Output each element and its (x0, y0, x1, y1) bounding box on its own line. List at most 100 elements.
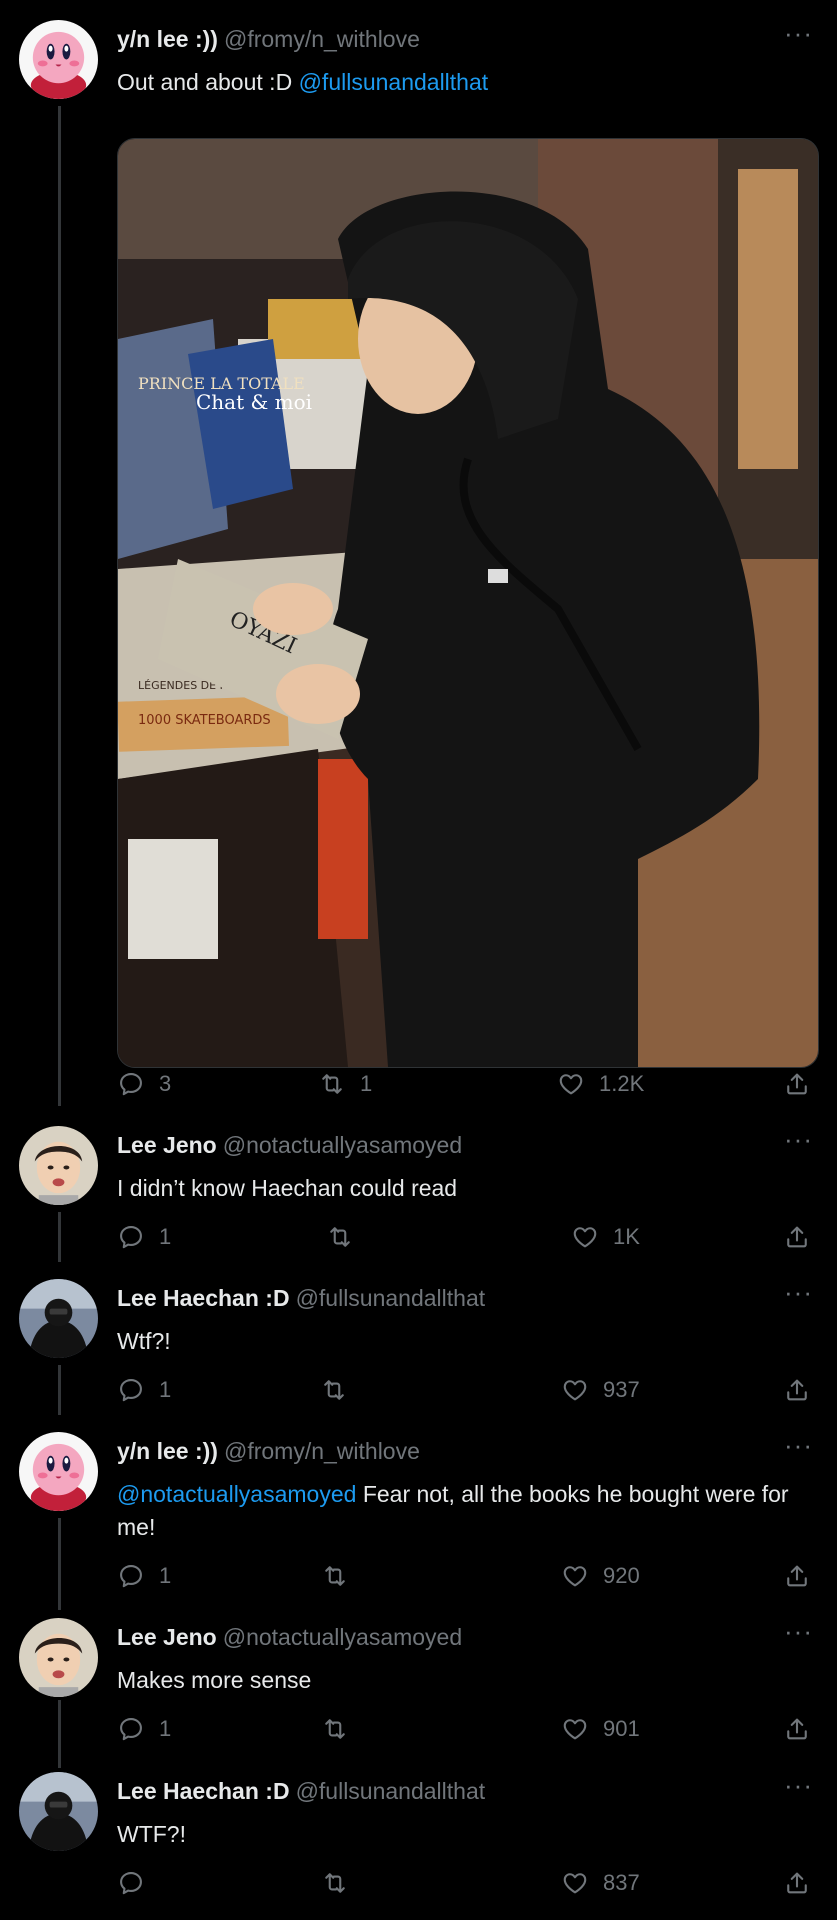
reply-button[interactable]: 1 (117, 1223, 171, 1251)
share-button[interactable] (783, 1562, 811, 1590)
display-name[interactable]: Lee Jeno (117, 1624, 217, 1650)
like-count: 901 (603, 1716, 640, 1741)
tweet-text: WTF?! (117, 1821, 186, 1847)
retweet-button[interactable] (326, 1223, 368, 1251)
user-handle[interactable]: @fullsunandallthat (296, 1285, 486, 1311)
tweet-header: Lee Haechan :D @fullsunandallthat (117, 1778, 485, 1805)
share-button[interactable] (783, 1376, 811, 1404)
share-icon (783, 1223, 811, 1251)
book-label: Chat & moi (196, 390, 312, 414)
retweet-button[interactable] (320, 1376, 362, 1404)
share-button[interactable] (783, 1223, 811, 1251)
avatar[interactable] (19, 1772, 98, 1851)
retweet-button[interactable] (321, 1869, 363, 1897)
jeno-avatar-icon (19, 1618, 98, 1697)
share-button[interactable] (783, 1070, 811, 1098)
reply-button[interactable]: 3 (117, 1070, 171, 1098)
like-button[interactable]: 1.2K (557, 1070, 644, 1098)
tweet-actions: 1 901 (0, 1715, 837, 1749)
more-icon[interactable]: ··· (784, 20, 813, 46)
like-count: 837 (603, 1870, 640, 1895)
display-name[interactable]: y/n lee :)) (117, 1438, 218, 1464)
tweet-text: I didn’t know Haechan could read (117, 1175, 458, 1201)
tweet-actions: 1 1K (0, 1223, 837, 1257)
tweet-body: Out and about :D (117, 69, 293, 95)
reply-icon (117, 1070, 145, 1098)
like-button[interactable]: 920 (561, 1562, 640, 1590)
retweet-button[interactable] (321, 1715, 363, 1743)
avatar[interactable] (19, 1618, 98, 1697)
retweet-button[interactable]: 1 (318, 1070, 372, 1098)
reply-count: 1 (159, 1716, 172, 1741)
reply-button[interactable]: 1 (117, 1376, 171, 1404)
retweet-icon (321, 1869, 349, 1897)
display-name[interactable]: Lee Haechan :D (117, 1285, 290, 1311)
jeno-avatar-icon (19, 1126, 98, 1205)
retweet-icon (321, 1562, 349, 1590)
more-icon[interactable]: ··· (784, 1279, 813, 1305)
more-icon[interactable]: ··· (784, 1618, 813, 1644)
display-name[interactable]: Lee Jeno (117, 1132, 217, 1158)
thread-line (58, 106, 61, 1106)
share-icon (783, 1562, 811, 1590)
tweet-text: Out and about :D @fullsunandallthat (117, 66, 807, 99)
tweet-actions: 1 920 (0, 1562, 837, 1596)
user-handle[interactable]: @fromy/n_withlove (224, 26, 420, 52)
user-handle[interactable]: @notactuallyasamoyed (223, 1624, 462, 1650)
avatar[interactable] (19, 1432, 98, 1511)
tweet-actions: 3 1 1.2K (0, 1070, 837, 1104)
reply-icon (117, 1376, 145, 1404)
retweet-button[interactable] (321, 1562, 363, 1590)
more-icon[interactable]: ··· (784, 1772, 813, 1798)
tweet-header: Lee Jeno @notactuallyasamoyed (117, 1624, 462, 1651)
like-button[interactable]: 937 (561, 1376, 640, 1404)
like-button[interactable]: 901 (561, 1715, 640, 1743)
display-name[interactable]: y/n lee :)) (117, 26, 218, 52)
like-button[interactable]: 837 (561, 1869, 640, 1897)
reply-button[interactable]: 1 (117, 1715, 171, 1743)
reply-count: 3 (159, 1071, 172, 1096)
tweet-actions: 1 937 (0, 1376, 837, 1410)
share-button[interactable] (783, 1869, 811, 1897)
book-label: 1000 SKATEBOARDS (138, 713, 271, 728)
tweet-text: Makes more sense (117, 1667, 312, 1693)
user-handle[interactable]: @notactuallyasamoyed (223, 1132, 462, 1158)
kirby-avatar-icon (19, 1432, 98, 1511)
reply-icon (117, 1715, 145, 1743)
like-button[interactable]: 1K (571, 1223, 640, 1251)
reply-count: 1 (159, 1377, 172, 1402)
share-icon (783, 1070, 811, 1098)
retweet-icon (320, 1376, 348, 1404)
retweet-icon (321, 1715, 349, 1743)
avatar[interactable] (19, 1279, 98, 1358)
photo-image: PRINCE LA TOTALE Chat & moi 1000 SKATEBO… (118, 139, 818, 1067)
display-name[interactable]: Lee Haechan :D (117, 1778, 290, 1804)
avatar[interactable] (19, 20, 98, 99)
more-icon[interactable]: ··· (784, 1432, 813, 1458)
like-icon (561, 1715, 589, 1743)
haechan-avatar-icon (19, 1279, 98, 1358)
mention-link[interactable]: @fullsunandallthat (299, 69, 489, 95)
like-icon (561, 1376, 589, 1404)
share-button[interactable] (783, 1715, 811, 1743)
tweet-header: Lee Haechan :D @fullsunandallthat (117, 1285, 485, 1312)
like-icon (561, 1869, 589, 1897)
reply-count: 1 (159, 1563, 172, 1588)
user-handle[interactable]: @fromy/n_withlove (224, 1438, 420, 1464)
tweet-header: y/n lee :)) @fromy/n_withlove (117, 1438, 420, 1465)
user-handle[interactable]: @fullsunandallthat (296, 1778, 486, 1804)
retweet-icon (326, 1223, 354, 1251)
tweet-header: y/n lee :)) @fromy/n_withlove (117, 26, 420, 53)
like-icon (571, 1223, 599, 1251)
bookstore-photo[interactable]: PRINCE LA TOTALE Chat & moi 1000 SKATEBO… (117, 138, 819, 1068)
like-count: 920 (603, 1563, 640, 1588)
more-icon[interactable]: ··· (784, 1126, 813, 1152)
mention-link[interactable]: @notactuallyasamoyed (117, 1481, 356, 1507)
like-count: 1.2K (599, 1071, 645, 1096)
reply-icon (117, 1562, 145, 1590)
reply-button[interactable] (117, 1869, 159, 1897)
avatar[interactable] (19, 1126, 98, 1205)
tweet-actions: 837 (0, 1869, 837, 1903)
haechan-avatar-icon (19, 1772, 98, 1851)
reply-button[interactable]: 1 (117, 1562, 171, 1590)
